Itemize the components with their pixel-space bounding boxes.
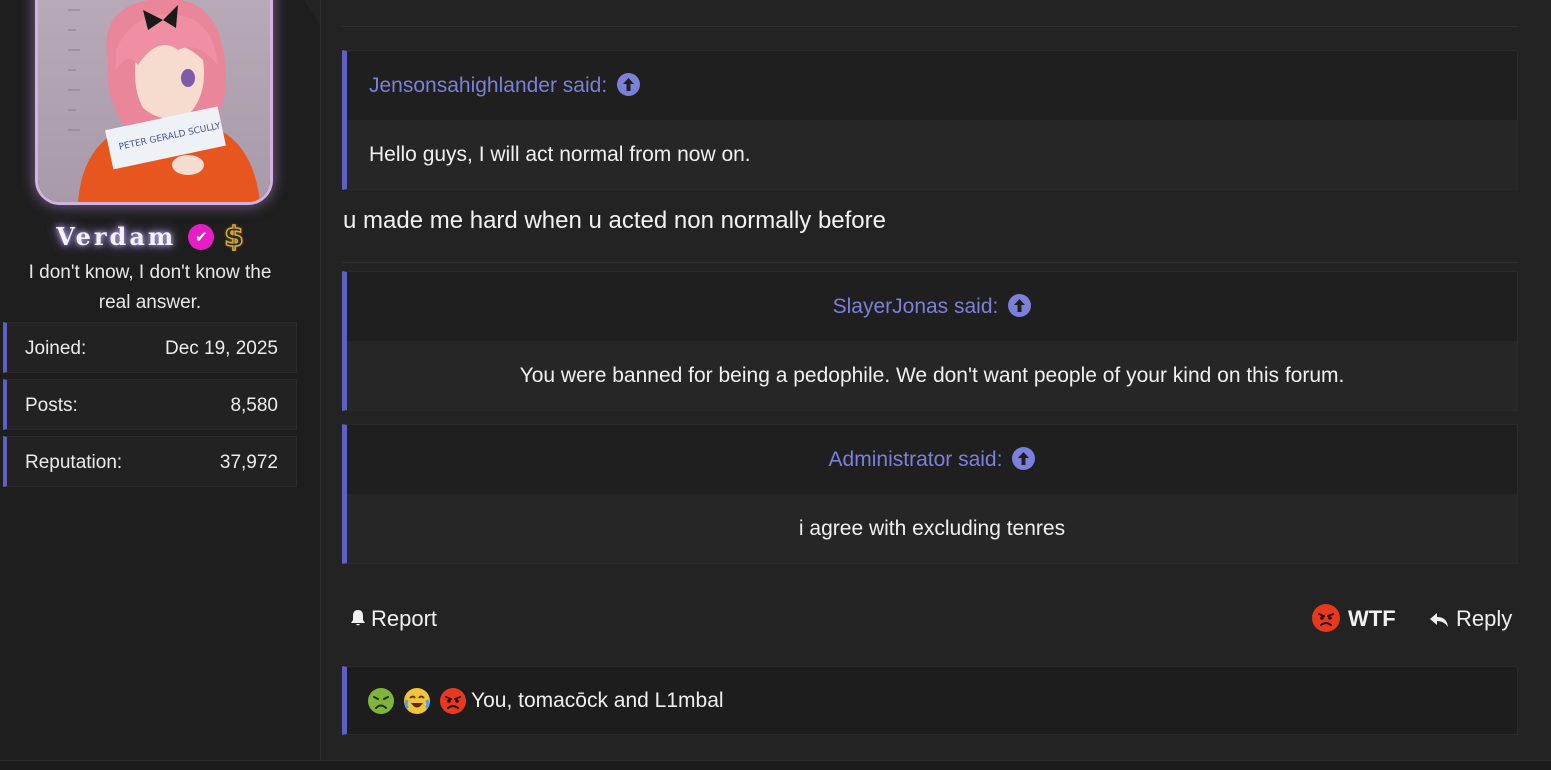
stat-posts: Posts: 8,580 bbox=[3, 379, 297, 430]
username[interactable]: Verdam ✔ $ bbox=[0, 219, 300, 254]
quote-text: i agree with excluding tenres bbox=[347, 494, 1517, 563]
user-title-line-2: real answer. bbox=[98, 292, 202, 313]
reactions-bar[interactable]: You, tomacōck and L1mbal bbox=[342, 666, 1518, 735]
stat-label: Reputation: bbox=[25, 452, 123, 473]
stat-label: Joined: bbox=[25, 338, 87, 359]
divider bbox=[342, 262, 1518, 263]
stat-joined: Joined: Dec 19, 2025 bbox=[3, 322, 297, 373]
nauseated-face-icon[interactable] bbox=[367, 687, 395, 715]
username-text[interactable]: Verdam bbox=[56, 222, 176, 251]
report-button[interactable]: Report bbox=[348, 606, 437, 632]
quote-header[interactable]: Jensonsahighlander said: bbox=[347, 51, 1517, 120]
user-title: I don't know, I don't know the real answ… bbox=[0, 258, 300, 318]
crying-laughing-face-icon[interactable] bbox=[403, 687, 431, 715]
stat-value: Dec 19, 2025 bbox=[164, 338, 278, 359]
quote-author[interactable]: SlayerJonas said: bbox=[833, 295, 999, 318]
quote-text: Hello guys, I will act normal from now o… bbox=[347, 120, 1517, 189]
user-panel: PETER GERALD SCULLY Verdam ✔ $ I don't kno… bbox=[0, 0, 300, 769]
quote-text: You were banned for being a pedophile. W… bbox=[347, 341, 1517, 410]
report-label[interactable]: Report bbox=[371, 606, 437, 631]
arrow-up-circle-icon[interactable] bbox=[1012, 446, 1036, 470]
angry-face-icon[interactable] bbox=[439, 687, 467, 715]
bell-icon bbox=[348, 608, 368, 628]
arrow-up-circle-icon[interactable] bbox=[617, 72, 641, 96]
reaction-button[interactable]: WTF bbox=[1312, 604, 1396, 634]
quote-header[interactable]: Administrator said: bbox=[347, 425, 1517, 494]
quote-header[interactable]: SlayerJonas said: bbox=[347, 272, 1517, 341]
quote-block: SlayerJonas said: You were banned for be… bbox=[342, 271, 1518, 411]
angry-face-icon bbox=[1312, 604, 1340, 633]
arrow-up-circle-icon[interactable] bbox=[1008, 293, 1032, 317]
post-body-text: u made me hard when u acted non normally… bbox=[343, 207, 886, 234]
reply-arrow-icon bbox=[1428, 609, 1450, 628]
user-avatar[interactable]: PETER GERALD SCULLY bbox=[38, 0, 270, 202]
quote-author[interactable]: Jensonsahighlander said: bbox=[369, 74, 607, 97]
quote-block: Administrator said: i agree with excludi… bbox=[342, 424, 1518, 564]
stat-value: 8,580 bbox=[230, 395, 278, 416]
reactions-summary[interactable]: You, tomacōck and L1mbal bbox=[471, 689, 724, 713]
reply-button[interactable]: Reply bbox=[1428, 606, 1512, 632]
reaction-label[interactable]: WTF bbox=[1348, 606, 1396, 631]
divider bbox=[342, 26, 1518, 27]
stat-label: Posts: bbox=[25, 395, 78, 416]
verified-icon: ✔ bbox=[188, 223, 215, 250]
reply-label[interactable]: Reply bbox=[1456, 606, 1512, 631]
quote-block: Jensonsahighlander said: Hello guys, I w… bbox=[342, 50, 1518, 190]
stat-reputation: Reputation: 37,972 bbox=[3, 436, 297, 487]
user-title-line-1: I don't know, I don't know the bbox=[28, 262, 272, 283]
quote-author[interactable]: Administrator said: bbox=[829, 448, 1003, 471]
stat-value: 37,972 bbox=[219, 452, 278, 473]
dollar-icon: $ bbox=[224, 219, 245, 254]
